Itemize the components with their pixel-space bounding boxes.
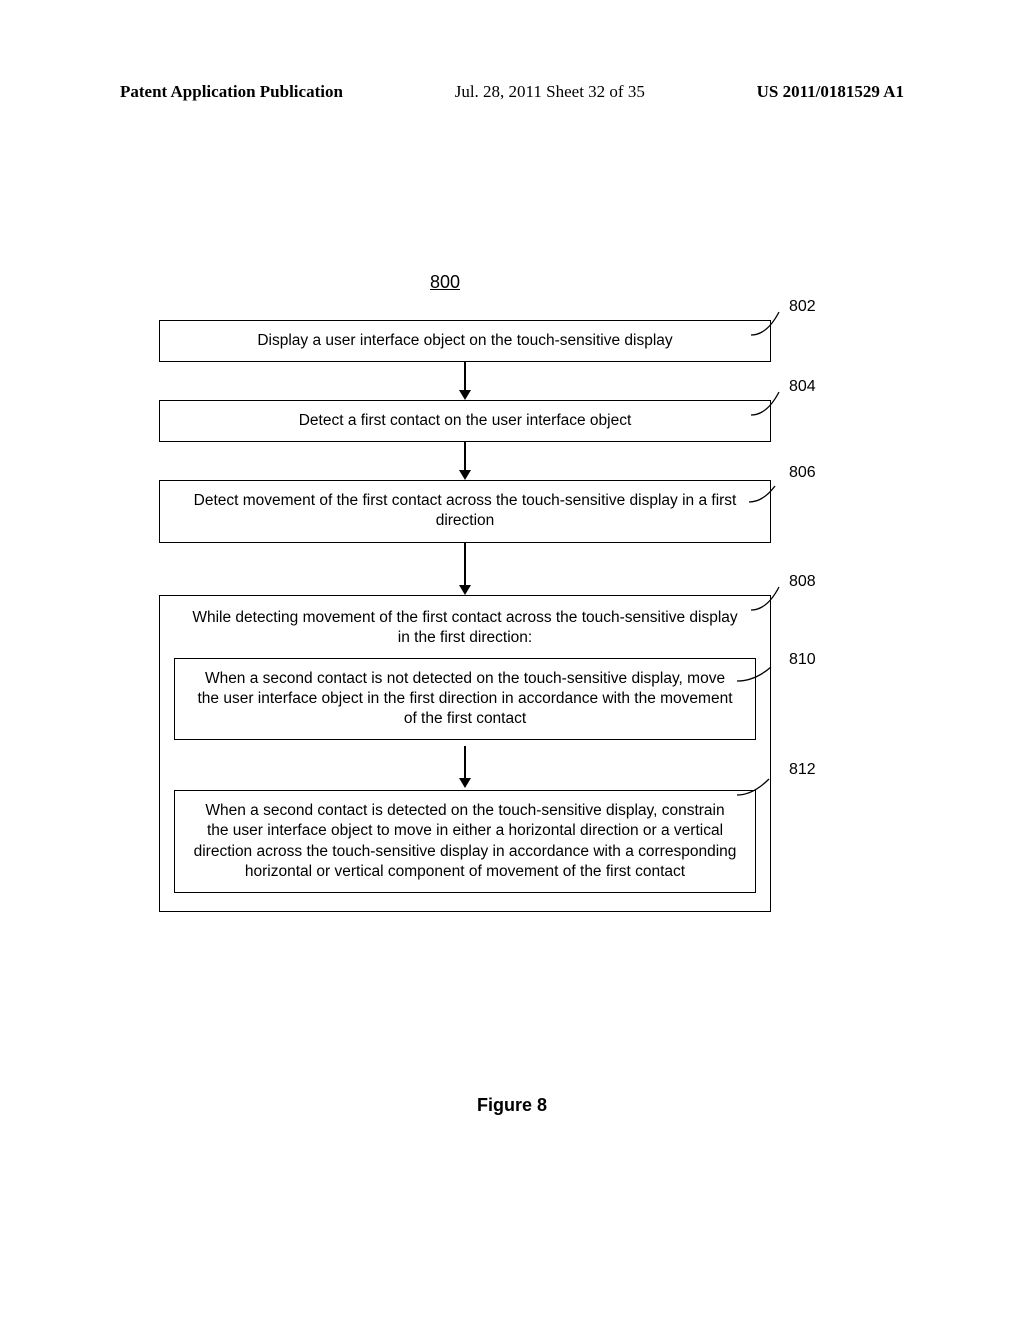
flow-step-808-text: While detecting movement of the first co… <box>174 608 756 652</box>
ref-label-802: 802 <box>789 298 829 316</box>
figure-caption: Figure 8 <box>0 1095 1024 1116</box>
header-mid: Jul. 28, 2011 Sheet 32 of 35 <box>455 82 645 102</box>
ref-label-806: 806 <box>789 464 829 482</box>
diagram-number: 800 <box>430 272 460 293</box>
ref-label-810: 810 <box>789 651 829 669</box>
flow-step-text: When a second contact is not detected on… <box>197 670 732 727</box>
flow-step-808-container: While detecting movement of the first co… <box>159 595 771 912</box>
ref-lead-icon <box>735 663 795 699</box>
flowchart: Display a user interface object on the t… <box>135 320 795 912</box>
header-right: US 2011/0181529 A1 <box>757 82 904 102</box>
patent-page: Patent Application Publication Jul. 28, … <box>0 0 1024 1320</box>
ref-label-812: 812 <box>789 761 829 779</box>
ref-lead-icon <box>747 482 797 518</box>
flow-step-812: When a second contact is detected on the… <box>174 790 756 893</box>
flow-step-text: Display a user interface object on the t… <box>257 332 672 349</box>
ref-label-804: 804 <box>789 378 829 396</box>
flow-arrow <box>174 746 756 788</box>
flow-step-806: Detect movement of the first contact acr… <box>159 480 771 542</box>
header-left: Patent Application Publication <box>120 82 343 102</box>
ref-lead-icon <box>735 773 795 809</box>
flow-step-802: Display a user interface object on the t… <box>159 320 771 362</box>
flow-arrow <box>135 543 795 595</box>
flow-step-810: When a second contact is not detected on… <box>174 658 756 740</box>
flow-arrow <box>135 362 795 400</box>
flow-step-804: Detect a first contact on the user inter… <box>159 400 771 442</box>
flow-step-text: When a second contact is detected on the… <box>194 802 737 879</box>
flow-step-text: Detect a first contact on the user inter… <box>299 412 632 429</box>
page-header: Patent Application Publication Jul. 28, … <box>120 82 904 102</box>
flow-arrow <box>135 442 795 480</box>
flow-step-text: Detect movement of the first contact acr… <box>194 492 737 529</box>
ref-label-808: 808 <box>789 573 829 591</box>
